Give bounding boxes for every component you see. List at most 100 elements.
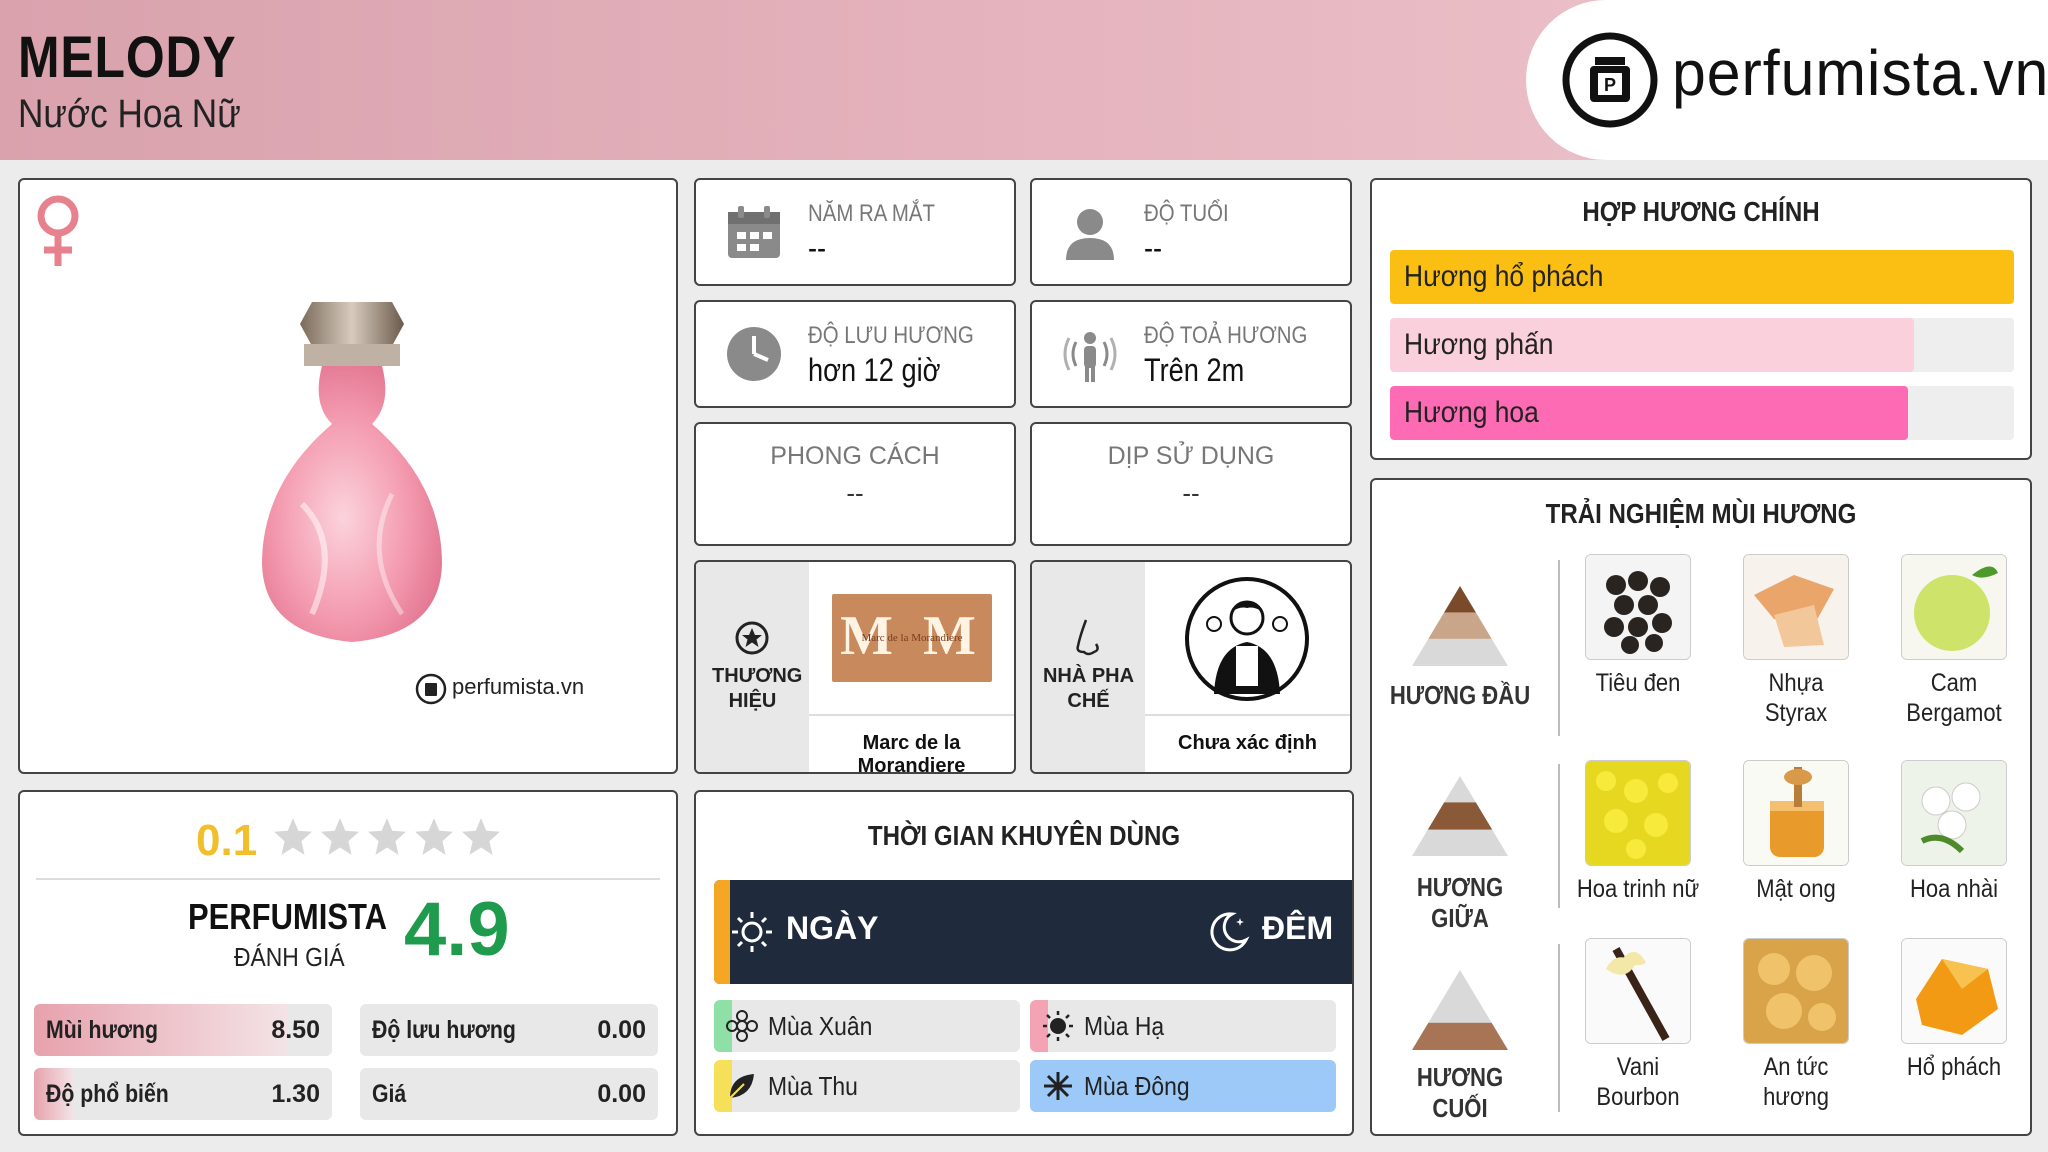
- note-illustration: [1744, 761, 1848, 865]
- star-rating[interactable]: [272, 816, 502, 864]
- note-image: [1585, 554, 1691, 660]
- note-item[interactable]: Nhựa Styrax: [1726, 554, 1866, 728]
- rating-score: 4.9: [404, 887, 510, 972]
- moon-icon: [1210, 912, 1250, 952]
- note-illustration: [1902, 939, 2006, 1043]
- note-image: [1901, 760, 2007, 866]
- perfume-title: MELODY: [18, 25, 237, 90]
- accord-label: Hương phấn: [1404, 328, 1554, 361]
- perfumer-card[interactable]: NHÀ PHA CHẾ Chưa xác định: [1030, 560, 1352, 774]
- occasion-card: DỊP SỬ DỤNG --: [1030, 422, 1352, 546]
- calendar-icon: [728, 206, 780, 258]
- pyramid-tier-icon: [1412, 970, 1508, 1050]
- note-illustration: [1744, 939, 1848, 1043]
- perfume-bottle-logo-icon: P: [1562, 32, 1658, 128]
- note-item[interactable]: Hổ phách: [1884, 938, 2024, 1082]
- metric-label: Mùi hương: [46, 1016, 158, 1044]
- note-name: Hổ phách: [1906, 1053, 2002, 1081]
- note-image: [1743, 554, 1849, 660]
- brand-card[interactable]: THƯƠNG HIỆU M M Marc de la Morandiere Ma…: [694, 560, 1016, 774]
- style-card: PHONG CÁCH --: [694, 422, 1016, 546]
- note-image: [1585, 938, 1691, 1044]
- star-badge-icon: [735, 621, 769, 655]
- snowflake-icon: [1044, 1072, 1072, 1100]
- note-image: [1901, 938, 2007, 1044]
- note-item[interactable]: Tiêu đen: [1568, 554, 1708, 698]
- brand-label: THƯƠNG HIỆU: [712, 665, 803, 712]
- release-year-label: NĂM RA MẮT: [808, 200, 935, 227]
- brand-logo: M M Marc de la Morandiere: [832, 594, 992, 682]
- perfumer-name[interactable]: Chưa xác định: [1145, 732, 1350, 755]
- sun-icon: [732, 912, 772, 952]
- sillage-label: ĐỘ TOẢ HƯƠNG: [1144, 322, 1308, 349]
- female-symbol-icon: [37, 195, 79, 266]
- accords-card: HỢP HƯƠNG CHÍNH Hương hổ phách Hương phấn…: [1370, 178, 2032, 460]
- season-label: Mùa Thu: [768, 1071, 858, 1101]
- metric-label: Độ phổ biến: [46, 1080, 169, 1108]
- divider: [809, 714, 1014, 716]
- note-image: [1743, 938, 1849, 1044]
- tier-label: HƯƠNG GIỮA: [1416, 872, 1504, 933]
- note-item[interactable]: Vani Bourbon: [1568, 938, 1708, 1112]
- day-indicator: [714, 880, 730, 984]
- brand-name[interactable]: Marc de la Morandiere: [809, 732, 1014, 772]
- accord-label: Hương hoa: [1404, 396, 1539, 429]
- release-year-card: NĂM RA MẮT --: [694, 178, 1016, 286]
- age-value: --: [1144, 230, 1163, 266]
- age-label: ĐỘ TUỔI: [1144, 200, 1229, 227]
- note-item[interactable]: An tức hương: [1726, 938, 1866, 1112]
- note-image: [1743, 760, 1849, 866]
- nose-icon: [1076, 619, 1099, 656]
- metric-row: Độ phổ biến 1.30: [34, 1068, 332, 1120]
- note-name: Nhựa Styrax: [1764, 669, 1828, 727]
- star-icon[interactable]: [319, 816, 361, 858]
- product-card: perfumista.vn: [18, 178, 678, 774]
- sillage-value: Trên 2m: [1144, 352, 1245, 388]
- note-illustration: [1586, 939, 1690, 1043]
- longevity-value: hơn 12 giờ: [808, 352, 941, 388]
- usage-card: THỜI GIAN KHUYÊN DÙNG NGÀY ĐÊM Mùa Xuân M…: [694, 790, 1354, 1136]
- divider: [1558, 944, 1560, 1112]
- divider: [36, 878, 660, 880]
- note-name: Vani Bourbon: [1596, 1053, 1680, 1111]
- metric-label: Độ lưu hương: [372, 1016, 516, 1044]
- note-item[interactable]: Mật ong: [1726, 760, 1866, 904]
- day-night-bar: NGÀY ĐÊM: [714, 880, 1352, 984]
- star-icon[interactable]: [460, 816, 502, 858]
- release-year-value: --: [808, 230, 827, 266]
- accord-row: Hương phấn: [1390, 318, 2014, 372]
- style-value: --: [846, 478, 864, 508]
- pyramid-tier-icon: [1412, 776, 1508, 856]
- note-illustration: [1586, 761, 1690, 865]
- note-item[interactable]: Cam Bergamot: [1884, 554, 2024, 728]
- user-icon: [1066, 209, 1114, 260]
- day-label: NGÀY: [786, 910, 879, 946]
- note-item[interactable]: Hoa trinh nữ: [1568, 760, 1708, 904]
- season-2[interactable]: Mùa Hạ: [1030, 1000, 1336, 1052]
- season-4[interactable]: Mùa Đông: [1030, 1060, 1336, 1112]
- star-icon[interactable]: [272, 816, 314, 858]
- season-label: Mùa Đông: [1084, 1071, 1190, 1101]
- notes-title: TRẢI NGHIỆM MÙI HƯƠNG: [1545, 498, 1857, 529]
- accord-row: Hương hoa: [1390, 386, 2014, 440]
- divider: [1558, 560, 1560, 736]
- metric-value: 0.00: [597, 1080, 646, 1108]
- star-icon[interactable]: [366, 816, 408, 858]
- night-label: ĐÊM: [1262, 910, 1334, 946]
- perfume-subtitle: Nước Hoa Nữ: [18, 92, 241, 136]
- style-label: PHONG CÁCH: [770, 442, 940, 470]
- metric-value: 0.00: [597, 1016, 646, 1044]
- note-item[interactable]: Hoa nhài: [1884, 760, 2024, 904]
- svg-text:P: P: [1604, 75, 1616, 95]
- note-image: [1585, 760, 1691, 866]
- season-1[interactable]: Mùa Xuân: [714, 1000, 1020, 1052]
- season-3[interactable]: Mùa Thu: [714, 1060, 1020, 1112]
- longevity-label: ĐỘ LƯU HƯƠNG: [808, 322, 974, 349]
- star-icon[interactable]: [413, 816, 455, 858]
- header: MELODY Nước Hoa Nữ P perfumista.vn: [0, 0, 2048, 160]
- divider: [1558, 764, 1560, 908]
- perfumer-avatar-icon: [1185, 577, 1309, 701]
- note-illustration: [1902, 555, 2006, 659]
- note-name: An tức hương: [1763, 1053, 1829, 1111]
- note-name: Hoa nhài: [1909, 875, 1999, 903]
